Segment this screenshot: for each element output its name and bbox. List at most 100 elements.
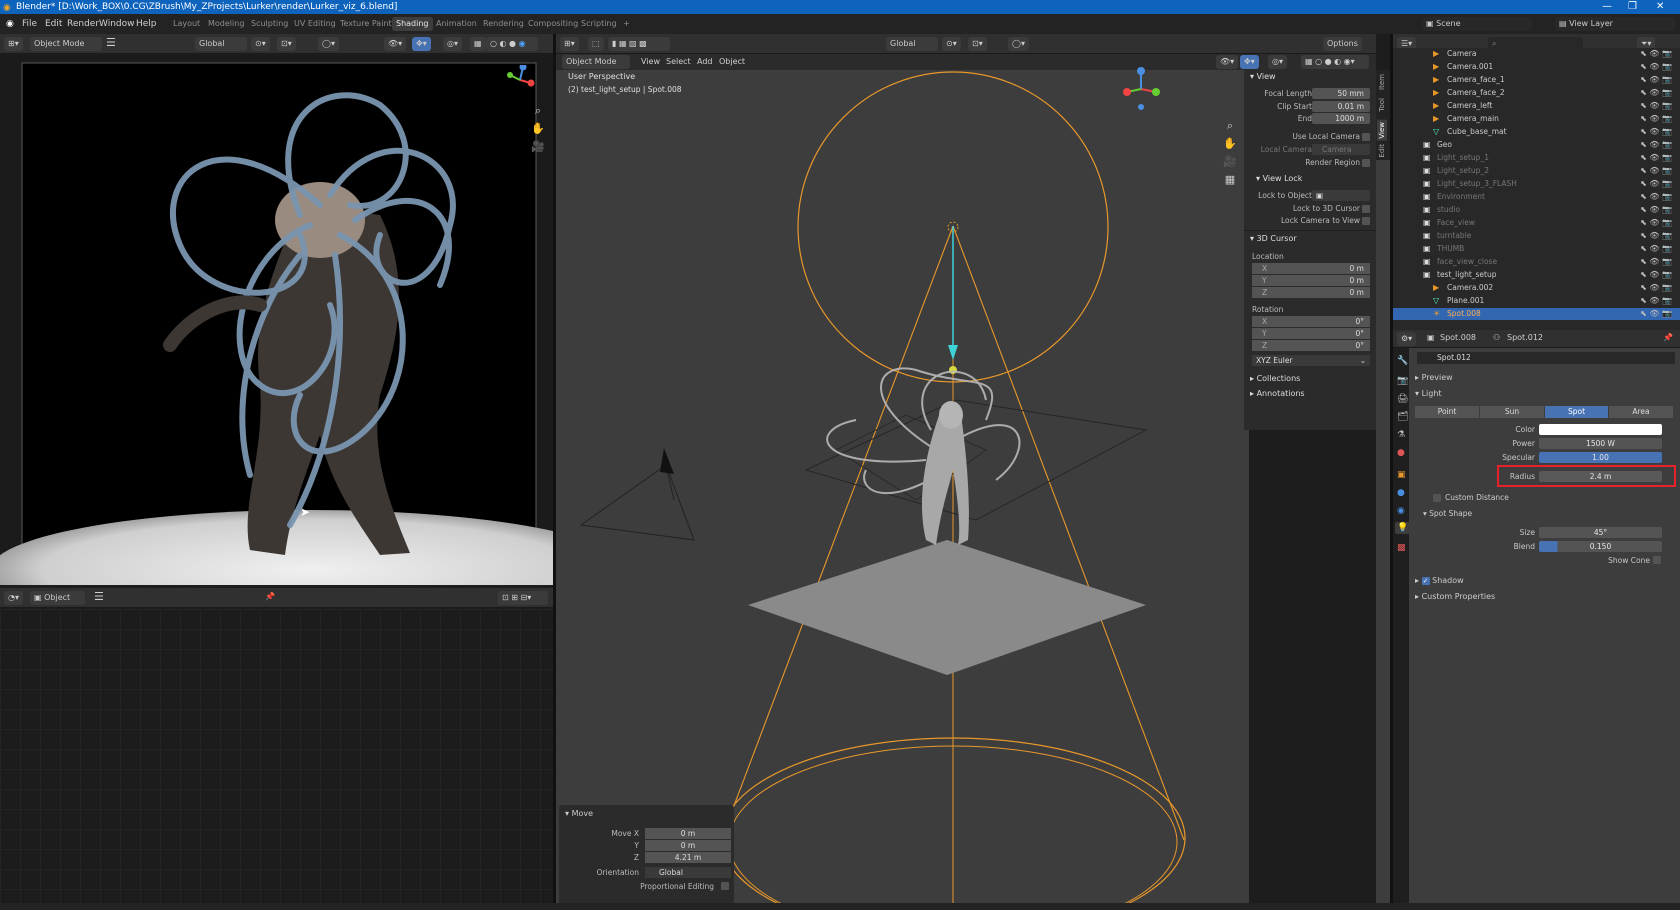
outliner-item[interactable]: ▶ Camera_left ⬉ 👁 📷 [1393,100,1680,112]
move-panel-header[interactable]: ▾ Move [565,809,593,818]
object-tab-icon[interactable]: ▣ [1397,470,1406,480]
select-tool-icon[interactable]: ⬚ [588,37,604,51]
tab-scripting[interactable]: Scripting [581,14,617,34]
move-x-field[interactable]: 0 m [645,828,731,839]
outliner-item[interactable]: ▶ Camera_face_2 ⬉ 👁 📷 [1393,87,1680,99]
pan-hand-icon[interactable]: ✋ [530,121,546,137]
visibility-eye-icon[interactable]: ⬉ 👁 📷 [1640,269,1672,281]
preview-panel-header[interactable]: ▸ Preview [1415,373,1453,382]
cursor-rotation-x[interactable]: X 0° [1252,316,1370,327]
zoom-icon[interactable]: ⌕ [530,103,546,119]
local-camera-field[interactable]: Camera [1312,144,1370,155]
world-tab-icon[interactable]: ● [1397,448,1405,458]
outliner-item[interactable]: ▶ Camera ⬉ 👁 📷 [1393,48,1680,60]
tab-sculpting[interactable]: Sculpting [251,14,288,34]
menu-select[interactable]: Select [666,57,691,66]
visibility-icon[interactable]: 👁▾ [1216,55,1239,69]
datablock-selector[interactable]: Spot.012 [1417,352,1675,364]
outliner-item[interactable]: ▣ studio ⬉ 👁 📷 [1393,204,1680,216]
tab-texture-paint[interactable]: Texture Paint [340,14,392,34]
pan-hand-icon[interactable]: ✋ [1222,136,1238,152]
tab-item[interactable]: Item [1378,74,1386,90]
node-object-dropdown[interactable]: ▣ Object [30,591,85,605]
outliner-item[interactable]: ▣ Light_setup_3_FLASH ⬉ 👁 📷 [1393,178,1680,190]
pivot-icon[interactable]: ⊙▾ [251,37,270,51]
menu-add[interactable]: Add [697,57,713,66]
camera-view-icon[interactable]: 🎥 [1222,154,1238,170]
light-data-tab-icon[interactable]: 💡 [1395,522,1411,534]
outliner-item[interactable]: ▶ Camera_face_1 ⬉ 👁 📷 [1393,74,1680,86]
color-swatch[interactable] [1539,424,1662,435]
camera-view-icon[interactable]: 🎥 [530,139,546,155]
outliner-item[interactable]: ▣ Environment ⬉ 👁 📷 [1393,191,1680,203]
object-mode-dropdown[interactable]: Object Mode [562,55,630,69]
minimize-button[interactable]: — [1602,0,1612,14]
axis-gizmo[interactable] [1121,67,1161,111]
render-tab-icon[interactable]: 📷 [1397,376,1408,386]
axis-gizmo[interactable] [505,63,535,101]
use-local-camera-checkbox[interactable] [1362,133,1370,141]
proportional-editing-checkbox[interactable] [721,882,729,890]
menu-file[interactable]: File [22,14,37,34]
outliner-item[interactable]: ▣ turntable ⬉ 👁 📷 [1393,230,1680,242]
visibility-eye-icon[interactable]: ⬉ 👁 📷 [1640,191,1672,203]
tab-shading[interactable]: Shading [392,17,433,31]
lock-camera-to-view-checkbox[interactable] [1362,217,1370,225]
cursor-rotation-z[interactable]: Z 0° [1252,340,1370,351]
collections-panel-header[interactable]: ▸ Collections [1250,374,1300,383]
visibility-eye-icon[interactable]: ⬉ 👁 📷 [1640,230,1672,242]
output-tab-icon[interactable]: 🖨 [1397,394,1408,404]
gizmo-toggle-icon[interactable]: ✥▾ [412,37,431,51]
outliner-item[interactable]: ☀ Spot.008 ⬉ 👁 📷 [1393,308,1680,320]
editor-type-button[interactable]: ⊞▾ [4,37,23,51]
close-button[interactable]: ✕ [1656,0,1664,14]
outliner-item[interactable]: ▣ Face_view ⬉ 👁 📷 [1393,217,1680,229]
select-mode-icons[interactable]: ▮ ▦ ▧ ▩ [608,37,670,51]
view-layer-selector[interactable]: ▤ View Layer [1555,17,1675,31]
visibility-eye-icon[interactable]: ⬉ 👁 📷 [1640,295,1672,307]
shadow-checkbox[interactable]: ✓ [1421,576,1430,585]
gizmo-toggle-icon[interactable]: ✥▾ [1240,55,1259,69]
tab-compositing[interactable]: Compositing [528,14,578,34]
cursor-rotation-y[interactable]: Y 0° [1252,328,1370,339]
tab-edit[interactable]: Edit [1378,144,1386,158]
texture-tab-icon[interactable]: ▩ [1397,543,1406,553]
menu-object[interactable]: Object [719,57,745,66]
main-3d-viewport[interactable]: User Perspective (2) test_light_setup | … [556,67,1249,910]
add-workspace-button[interactable]: + [623,14,630,34]
visibility-eye-icon[interactable]: ⬉ 👁 📷 [1640,74,1672,86]
cursor-location-z[interactable]: Z 0 m [1252,287,1370,298]
editor-type-button[interactable]: ⊞▾ [560,37,579,51]
annotations-panel-header[interactable]: ▸ Annotations [1250,389,1305,398]
hamburger-icon[interactable]: ☰ [94,590,104,603]
overlay-toggle-icon[interactable]: ◎▾ [443,37,462,51]
node-view-icons[interactable]: ⊡ ⊞ ⊟▾ [498,591,548,605]
light-type-spot[interactable]: Spot [1545,406,1608,418]
proportional-icon[interactable]: ◯▾ [318,37,339,51]
radius-field[interactable]: 2.4 m [1539,471,1662,482]
physics-tab-icon[interactable]: ◉ [1397,506,1405,516]
outliner-item[interactable]: ▣ Light_setup_1 ⬉ 👁 📷 [1393,152,1680,164]
spot-size-field[interactable]: 45° [1539,527,1662,538]
visibility-eye-icon[interactable]: ⬉ 👁 📷 [1640,100,1672,112]
menu-render[interactable]: Render [67,14,99,34]
custom-properties-header[interactable]: ▸ Custom Properties [1415,592,1495,601]
visibility-eye-icon[interactable]: ⬉ 👁 📷 [1640,113,1672,125]
cursor-location-x[interactable]: X 0 m [1252,263,1370,274]
shadow-panel-header[interactable]: ▸ ✓ Shadow [1415,576,1464,585]
visibility-eye-icon[interactable]: ⬉ 👁 📷 [1640,61,1672,73]
pivot-icon[interactable]: ⊙▾ [942,37,961,51]
tab-modeling[interactable]: Modeling [208,14,244,34]
breadcrumb-data[interactable]: Spot.012 [1507,333,1543,342]
orientation-dropdown[interactable]: Global [645,867,731,878]
spot-blend-slider[interactable]: 0.150 [1539,541,1662,552]
move-z-field[interactable]: 4.21 m [645,852,731,863]
tab-uv-editing[interactable]: UV Editing [294,14,336,34]
outliner-item[interactable]: ▣ test_light_setup ⬉ 👁 📷 [1393,269,1680,281]
clip-end-field[interactable]: 1000 m [1312,113,1370,124]
rotation-mode-dropdown[interactable]: XYZ Euler ⌄ [1252,355,1370,366]
shading-modes-icon[interactable]: ▦ ○ ● ◐ ◉▾ [1301,55,1369,69]
visibility-eye-icon[interactable]: ⬉ 👁 📷 [1640,48,1672,60]
visibility-eye-icon[interactable]: ⬉ 👁 📷 [1640,87,1672,99]
hamburger-icon[interactable]: ☰ [106,36,116,49]
